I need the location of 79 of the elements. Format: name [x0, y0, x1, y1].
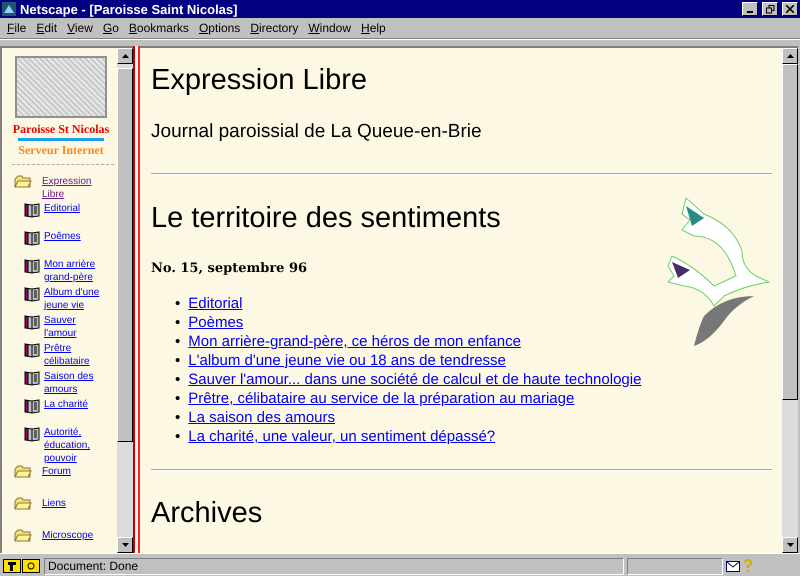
- status-text: Document: Done: [44, 558, 624, 574]
- page-title: Expression Libre: [151, 63, 368, 98]
- nav-link[interactable]: Sauver l'amour: [44, 314, 106, 340]
- article-link[interactable]: Editorial: [188, 294, 242, 313]
- article-link[interactable]: L'album d'une jeune vie ou 18 ans de tendresse: [188, 351, 506, 370]
- logo-subtitle: Serveur Internet: [17, 143, 105, 158]
- scroll-down-button[interactable]: [782, 537, 798, 553]
- nav-link[interactable]: La charité: [44, 398, 106, 411]
- menu-item[interactable]: Edit: [31, 21, 62, 35]
- menu-item[interactable]: Help: [356, 21, 391, 35]
- book-icon: [24, 202, 40, 218]
- article-link[interactable]: Poèmes: [188, 313, 244, 332]
- bullet: •: [175, 427, 180, 446]
- nav-link[interactable]: Saison des amours: [44, 370, 106, 396]
- nav-link[interactable]: Prêtre célibataire: [44, 342, 106, 368]
- down-arrow-icon: [786, 543, 794, 547]
- section-heading: Archives: [151, 496, 264, 531]
- close-button[interactable]: [782, 2, 798, 16]
- bullet: •: [175, 294, 180, 313]
- bullet: •: [175, 389, 180, 408]
- restore-button[interactable]: [762, 2, 778, 16]
- book-icon: [24, 398, 40, 414]
- nav-link[interactable]: Autorité, éducation, pouvoir: [44, 426, 106, 465]
- logo-title: Paroisse St Nicolas: [12, 122, 110, 137]
- folder-icon: [14, 175, 32, 189]
- scroll-up-button[interactable]: [117, 48, 133, 64]
- book-icon: [24, 370, 40, 386]
- nav-link[interactable]: Microscope: [42, 529, 104, 542]
- folder-icon: [14, 497, 32, 511]
- page-subtitle: Journal paroissial de La Queue-en-Brie: [151, 120, 483, 144]
- article-link[interactable]: La saison des amours: [188, 408, 336, 427]
- bullet: •: [175, 332, 180, 351]
- window-title: Netscape - [Paroisse Saint Nicolas]: [20, 2, 238, 16]
- book-icon: [24, 286, 40, 302]
- menu-item[interactable]: Directory: [245, 21, 304, 35]
- book-icon: [24, 426, 40, 442]
- close-icon: [786, 5, 794, 13]
- book-icon: [24, 314, 40, 330]
- question-mark-icon: [743, 559, 753, 573]
- issue-label: No. 15, septembre 96: [151, 260, 308, 278]
- up-arrow-icon: [786, 54, 794, 58]
- book-icon: [24, 342, 40, 358]
- folder-icon: [14, 465, 32, 479]
- scroll-thumb[interactable]: [782, 64, 798, 400]
- nav-link[interactable]: Forum: [42, 465, 104, 478]
- menu-item[interactable]: File: [2, 21, 32, 35]
- bullet: •: [175, 351, 180, 370]
- restore-icon: [766, 4, 774, 14]
- nav-link[interactable]: Poêmes: [44, 230, 106, 243]
- menu-item[interactable]: Window: [303, 21, 356, 35]
- minimize-button[interactable]: [742, 2, 758, 16]
- scroll-up-button[interactable]: [782, 48, 798, 64]
- down-arrow-icon: [122, 543, 128, 547]
- article-link[interactable]: Prêtre, célibataire au service de la préparation au mariage: [188, 389, 574, 408]
- article-link[interactable]: La charité, une valeur, un sentiment dépassé?: [188, 427, 496, 446]
- nav-link[interactable]: Album d'une jeune vie: [44, 286, 106, 312]
- bullet: •: [175, 313, 180, 332]
- section-heading: Le territoire des sentiments: [151, 201, 502, 236]
- scroll-down-button[interactable]: [117, 537, 133, 553]
- nav-link[interactable]: Liens: [42, 497, 104, 510]
- security-key-icon: [3, 559, 41, 573]
- nav-link[interactable]: Expression Libre: [42, 175, 104, 201]
- bullet: •: [175, 408, 180, 427]
- book-icon: [24, 230, 40, 246]
- menu-item[interactable]: View: [62, 21, 98, 35]
- app-icon: [2, 2, 16, 16]
- folder-icon: [14, 529, 32, 543]
- menu-item[interactable]: Go: [98, 21, 124, 35]
- up-arrow-icon: [122, 54, 128, 58]
- article-link[interactable]: Sauver l'amour... dans une société de calcul et de haute technologie: [188, 370, 642, 389]
- menu-item[interactable]: Bookmarks: [124, 21, 194, 35]
- article-link[interactable]: Mon arrière-grand-père, ce héros de mon enfance: [188, 332, 521, 351]
- mail-icon[interactable]: [726, 560, 740, 572]
- nav-link[interactable]: Editorial: [44, 202, 106, 215]
- book-icon: [24, 258, 40, 274]
- nav-link[interactable]: Mon arrière grand-père: [44, 258, 106, 284]
- bullet: •: [175, 370, 180, 389]
- menu-item[interactable]: Options: [194, 21, 246, 35]
- scroll-thumb[interactable]: [117, 68, 133, 442]
